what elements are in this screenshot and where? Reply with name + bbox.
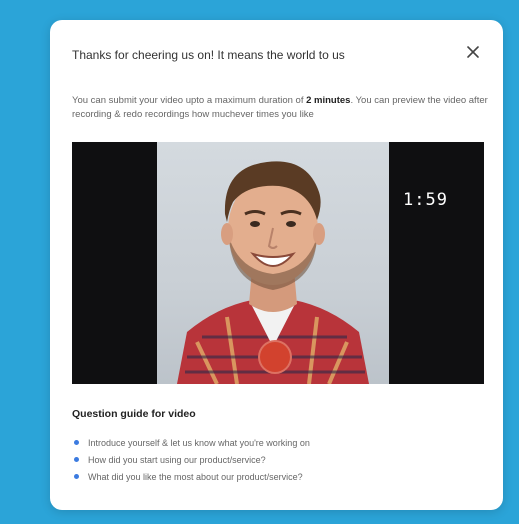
- bullet-icon: [74, 474, 79, 479]
- modal-description: You can submit your video upto a maximum…: [72, 94, 488, 122]
- guide-item-text: What did you like the most about our pro…: [88, 471, 303, 482]
- description-text-start: You can submit your video upto a maximum…: [72, 95, 307, 106]
- guide-item-text: Introduce yourself & let us know what yo…: [88, 437, 310, 448]
- recording-timer: 1:59: [403, 190, 448, 210]
- list-item: What did you like the most about our pro…: [74, 468, 310, 485]
- bullet-icon: [74, 440, 79, 445]
- close-button[interactable]: [463, 42, 483, 62]
- bullet-icon: [74, 457, 79, 462]
- guide-item-text: How did you start using our product/serv…: [88, 454, 266, 465]
- modal-title: Thanks for cheering us on! It means the …: [72, 48, 345, 62]
- question-guide-list: Introduce yourself & let us know what yo…: [74, 434, 310, 485]
- list-item: How did you start using our product/serv…: [74, 451, 310, 468]
- description-duration: 2 minutes: [306, 95, 351, 106]
- record-button[interactable]: [258, 340, 292, 374]
- video-preview[interactable]: 1:59: [72, 142, 484, 384]
- video-recording-modal: Thanks for cheering us on! It means the …: [50, 20, 503, 510]
- close-icon: [467, 46, 479, 58]
- list-item: Introduce yourself & let us know what yo…: [74, 434, 310, 451]
- question-guide-title: Question guide for video: [72, 408, 196, 420]
